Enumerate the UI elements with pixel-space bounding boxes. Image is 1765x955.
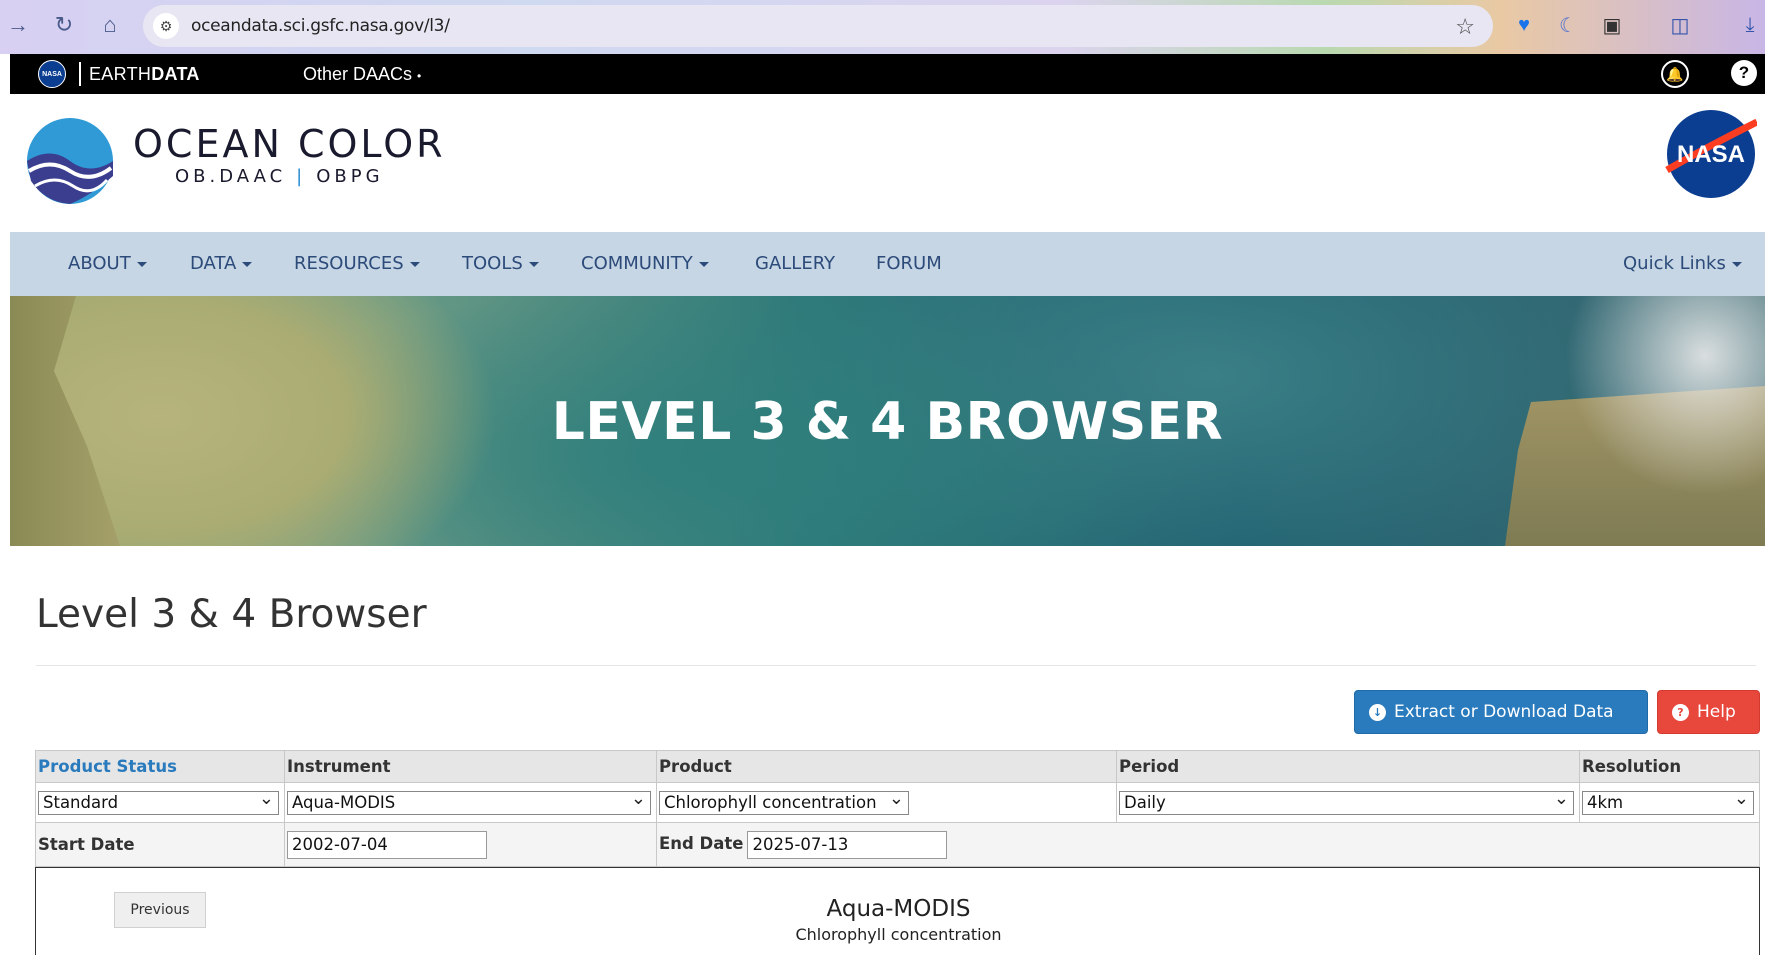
- chevron-down-icon: [528, 261, 539, 267]
- chevron-down-icon: [242, 261, 253, 267]
- download-icon[interactable]: ⤓: [1737, 12, 1763, 38]
- nasa-mini-logo[interactable]: NASA: [38, 60, 66, 88]
- reload-icon[interactable]: ↻: [48, 9, 80, 41]
- extensions-puzzle-icon[interactable]: ▣: [1599, 12, 1625, 38]
- nav-tools[interactable]: TOOLS: [462, 253, 539, 274]
- bookmark-star-icon[interactable]: ☆: [1455, 14, 1475, 40]
- address-bar[interactable]: ⚙ oceandata.sci.gsfc.nasa.gov/l3/ ☆: [143, 5, 1493, 47]
- end-date-input[interactable]: 2025-07-13: [747, 830, 948, 859]
- instrument-select[interactable]: Aqua-MODIS: [286, 790, 651, 815]
- nav-resources[interactable]: RESOURCES: [294, 253, 420, 274]
- chevron-down-icon: [1731, 261, 1742, 267]
- chevron-down-icon: [409, 261, 420, 267]
- product-header: Product: [655, 750, 1118, 783]
- resolution-select[interactable]: 4km: [1582, 790, 1754, 815]
- main-nav: ABOUT DATA RESOURCES TOOLS COMMUNITY GAL…: [10, 232, 1765, 296]
- site-title: OCEAN COLOR: [133, 122, 446, 166]
- earthdata-bar: NASA EARTHDATA Other DAACs • 🔔 ?: [10, 54, 1765, 94]
- nav-gallery[interactable]: GALLERY: [755, 253, 835, 274]
- help-question-icon[interactable]: ?: [1731, 60, 1757, 86]
- browser-toolbar: → ↻ ⌂ ⚙ oceandata.sci.gsfc.nasa.gov/l3/ …: [0, 0, 1765, 54]
- product-status-header[interactable]: Product Status: [35, 750, 285, 783]
- home-icon[interactable]: ⌂: [94, 9, 126, 41]
- end-date-label: End Date: [658, 834, 744, 853]
- viewer-product-subtitle: Chlorophyll concentration: [795, 925, 1002, 944]
- period-select[interactable]: Daily: [1119, 790, 1575, 815]
- url-text[interactable]: oceandata.sci.gsfc.nasa.gov/l3/: [191, 16, 450, 36]
- page-title: Level 3 & 4 Browser: [36, 592, 427, 637]
- hero-banner: LEVEL 3 & 4 BROWSER: [10, 296, 1765, 546]
- selection-form: Product Status Instrument Product Period…: [35, 750, 1761, 867]
- other-daacs-link[interactable]: Other DAACs •: [303, 64, 421, 85]
- chevron-down-icon: [136, 261, 147, 267]
- download-circle-icon: ↓: [1369, 703, 1386, 721]
- help-button[interactable]: ? Help: [1657, 690, 1760, 734]
- viewer-instrument-title: Aqua-MODIS: [826, 896, 971, 922]
- forward-icon[interactable]: →: [2, 9, 34, 41]
- extension-window-icon[interactable]: ◫: [1667, 12, 1693, 38]
- nasa-meatball-logo[interactable]: NASA: [1665, 108, 1759, 205]
- site-settings-icon[interactable]: ⚙: [153, 13, 179, 39]
- nav-forum[interactable]: FORUM: [876, 253, 942, 274]
- nav-data[interactable]: DATA: [190, 253, 253, 274]
- start-date-input[interactable]: 2002-07-04: [286, 830, 487, 859]
- earthdata-link[interactable]: EARTHDATA: [89, 64, 200, 85]
- ocean-color-logo[interactable]: [25, 116, 115, 211]
- image-viewer: Previous Aqua-MODIS Chlorophyll concentr…: [35, 867, 1760, 955]
- nav-community[interactable]: COMMUNITY: [581, 253, 709, 274]
- start-date-label: Start Date: [38, 835, 135, 854]
- notification-bell-icon[interactable]: 🔔: [1661, 60, 1689, 88]
- product-select[interactable]: Chlorophyll concentration: [658, 790, 909, 815]
- nav-quick-links[interactable]: Quick Links: [1623, 253, 1742, 274]
- divider: [79, 62, 81, 86]
- nav-about[interactable]: ABOUT: [68, 253, 147, 274]
- divider: [36, 665, 1756, 666]
- product-status-select[interactable]: Standard: [38, 790, 279, 815]
- extension-moon-icon[interactable]: ☾: [1555, 12, 1581, 38]
- site-header: OCEAN COLOR OB.DAAC | OBPG NASA: [10, 94, 1765, 232]
- extract-download-button[interactable]: ↓ Extract or Download Data: [1354, 690, 1648, 734]
- svg-text:NASA: NASA: [1677, 141, 1745, 168]
- resolution-header: Resolution: [1579, 750, 1760, 783]
- hero-title: LEVEL 3 & 4 BROWSER: [551, 392, 1224, 452]
- chevron-down-icon: [698, 261, 709, 267]
- extension-heart-icon[interactable]: ♥: [1511, 12, 1537, 38]
- question-circle-icon: ?: [1672, 703, 1689, 721]
- site-subtitle: OB.DAAC | OBPG: [175, 166, 384, 187]
- instrument-header: Instrument: [283, 750, 657, 783]
- period-header: Period: [1116, 750, 1580, 783]
